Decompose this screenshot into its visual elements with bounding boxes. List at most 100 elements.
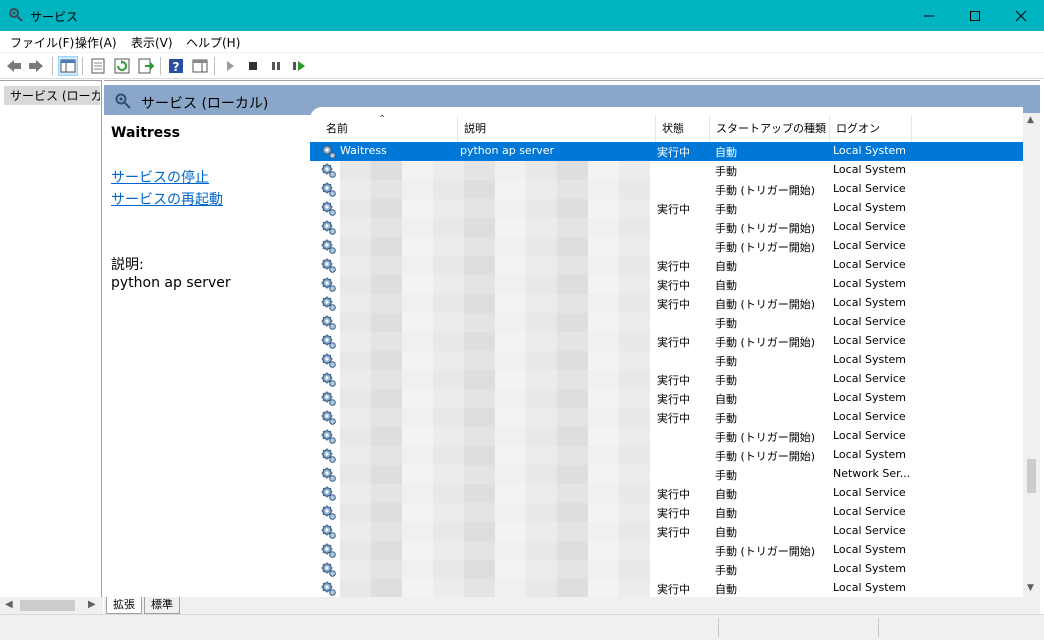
service-gear-icon	[320, 580, 337, 597]
redacted-cell-block	[402, 427, 433, 446]
cell-logon: Local System	[833, 391, 907, 404]
stop-service-button[interactable]	[243, 56, 263, 76]
forward-button[interactable]	[26, 56, 46, 76]
list-vertical-scrollbar[interactable]: ▲ ▼	[1023, 113, 1040, 598]
redacted-cell-block	[495, 579, 526, 598]
cell-startup-type: 手動 (トリガー開始)	[715, 222, 816, 235]
table-row[interactable]: 実行中 自動 Local System	[310, 579, 1023, 598]
cell-logon: Local System	[833, 448, 907, 461]
redacted-cell-block	[588, 446, 619, 465]
help-button[interactable]: ?	[166, 56, 186, 76]
maximize-button[interactable]	[952, 0, 998, 31]
scroll-up-icon[interactable]: ▲	[1027, 115, 1034, 125]
export-list-button[interactable]	[136, 56, 156, 76]
table-row[interactable]: 実行中 手動 Local System	[310, 199, 1023, 218]
redacted-cell-block	[526, 541, 557, 560]
table-row[interactable]: 実行中 自動 Local Service	[310, 484, 1023, 503]
table-row[interactable]: 手動 Network Ser...	[310, 465, 1023, 484]
restart-service-link[interactable]: サービスの再起動	[111, 189, 223, 209]
start-service-button[interactable]	[220, 56, 240, 76]
tree-item-services-local[interactable]: サービス (ローカル)	[4, 86, 100, 105]
redacted-cell-block	[402, 351, 433, 370]
cell-logon: Local Service	[833, 220, 906, 233]
column-header-name[interactable]: 名前 ⌃	[320, 114, 458, 142]
table-row[interactable]: 実行中 自動 Local Service	[310, 503, 1023, 522]
table-row[interactable]: 実行中 自動 Local System	[310, 389, 1023, 408]
menu-help[interactable]: ヘルプ(H)	[186, 34, 240, 51]
redacted-cell-block	[557, 541, 588, 560]
redacted-cell-block	[619, 370, 650, 389]
table-row[interactable]: Waitress python ap server 実行中 自動 Local Syste…	[310, 142, 1023, 161]
back-button[interactable]	[4, 56, 24, 76]
tree-horizontal-scrollbar[interactable]: ◀ ▶	[0, 597, 103, 614]
cell-status: 実行中	[657, 583, 690, 596]
table-row[interactable]: 実行中 自動 Local System	[310, 275, 1023, 294]
table-row[interactable]: 手動 (トリガー開始) Local System	[310, 446, 1023, 465]
redacted-cell-block	[588, 522, 619, 541]
menu-action[interactable]: 操作(A)	[75, 34, 117, 51]
redacted-cell-block	[433, 161, 464, 180]
column-header-logon[interactable]: ログオン	[830, 116, 912, 142]
properties-button[interactable]	[88, 56, 108, 76]
minimize-button[interactable]	[906, 0, 952, 31]
menu-file[interactable]: ファイル(F)	[10, 34, 74, 51]
stop-service-link[interactable]: サービスの停止	[111, 167, 209, 187]
redacted-cell-block	[495, 313, 526, 332]
redacted-cell-block	[526, 351, 557, 370]
tab-extended[interactable]: 拡張	[106, 597, 142, 614]
cell-logon: Local Service	[833, 258, 906, 271]
scrollbar-thumb[interactable]	[20, 600, 75, 611]
table-row[interactable]: 手動 Local Service	[310, 313, 1023, 332]
redacted-cell-block	[402, 484, 433, 503]
service-gear-icon	[320, 238, 337, 255]
show-hide-console-tree-button[interactable]	[58, 56, 78, 76]
tab-standard[interactable]: 標準	[144, 597, 180, 614]
redacted-cell-block	[340, 370, 371, 389]
scrollbar-thumb[interactable]	[1027, 459, 1036, 493]
redacted-cell-block	[619, 560, 650, 579]
table-row[interactable]: 実行中 手動 Local Service	[310, 408, 1023, 427]
refresh-button[interactable]	[112, 56, 132, 76]
redacted-cell-block	[495, 161, 526, 180]
redacted-cell-block	[371, 522, 402, 541]
redacted-cell-block	[557, 446, 588, 465]
table-row[interactable]: 実行中 手動 (トリガー開始) Local Service	[310, 332, 1023, 351]
table-row[interactable]: 手動 Local System	[310, 560, 1023, 579]
scroll-down-icon[interactable]: ▼	[1027, 583, 1034, 593]
service-gear-icon	[320, 371, 337, 388]
redacted-cell-block	[340, 256, 371, 275]
table-row[interactable]: 手動 (トリガー開始) Local System	[310, 541, 1023, 560]
show-action-pane-button[interactable]	[190, 56, 210, 76]
redacted-cell-block	[371, 199, 402, 218]
service-gear-icon	[320, 428, 337, 445]
menu-view[interactable]: 表示(V)	[131, 34, 173, 51]
scroll-right-icon[interactable]: ▶	[88, 599, 96, 610]
column-header-description[interactable]: 説明	[458, 116, 656, 142]
redacted-cell-block	[619, 446, 650, 465]
column-header-status[interactable]: 状態	[656, 116, 710, 142]
close-button[interactable]	[998, 0, 1044, 31]
table-row[interactable]: 手動 (トリガー開始) Local Service	[310, 237, 1023, 256]
table-row[interactable]: 実行中 手動 Local Service	[310, 370, 1023, 389]
table-row[interactable]: 手動 (トリガー開始) Local Service	[310, 180, 1023, 199]
column-header-startup-type[interactable]: スタートアップの種類	[710, 116, 830, 142]
table-row[interactable]: 手動 (トリガー開始) Local Service	[310, 427, 1023, 446]
table-row[interactable]: 実行中 自動 Local Service	[310, 256, 1023, 275]
redacted-cell-block	[340, 389, 371, 408]
redacted-cell-block	[464, 332, 495, 351]
console-tree-icon	[60, 59, 76, 73]
cell-logon: Local Service	[833, 334, 906, 347]
table-row[interactable]: 実行中 自動 Local Service	[310, 522, 1023, 541]
redacted-cell-block	[433, 465, 464, 484]
restart-service-button[interactable]	[289, 56, 309, 76]
table-row[interactable]: 手動 (トリガー開始) Local Service	[310, 218, 1023, 237]
table-row[interactable]: 手動 Local System	[310, 351, 1023, 370]
table-row[interactable]: 実行中 自動 (トリガー開始) Local System	[310, 294, 1023, 313]
table-row[interactable]: 手動 Local System	[310, 161, 1023, 180]
redacted-cell-block	[433, 427, 464, 446]
scroll-left-icon[interactable]: ◀	[5, 599, 13, 610]
cell-logon: Local System	[833, 277, 907, 290]
redacted-cell-block	[557, 522, 588, 541]
redacted-cell-block	[371, 560, 402, 579]
pause-service-button[interactable]	[266, 56, 286, 76]
